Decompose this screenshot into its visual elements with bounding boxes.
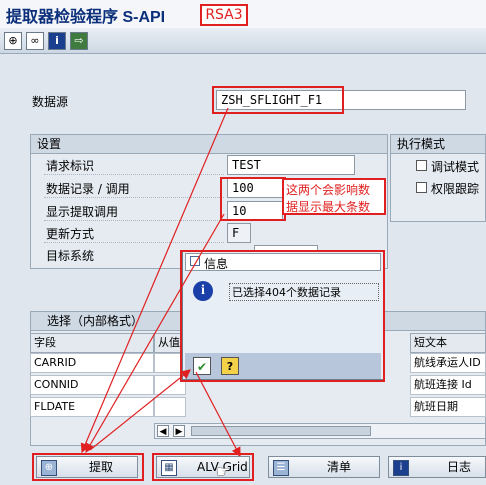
list-button[interactable]: ☰ 清单 bbox=[268, 456, 380, 478]
list-icon: ☰ bbox=[273, 460, 289, 476]
arrow-records-to-extract bbox=[85, 213, 225, 454]
info-icon: i bbox=[393, 460, 409, 476]
alv-highlight bbox=[152, 453, 254, 481]
mouse-cursor-icon: ☛ bbox=[216, 462, 231, 481]
log-button-label: 日志 bbox=[447, 460, 472, 474]
arrow-datasource-to-extract bbox=[80, 107, 229, 454]
annotation-arrows bbox=[80, 107, 241, 458]
list-button-label: 清单 bbox=[327, 460, 352, 474]
arrow-confirm-to-alv bbox=[195, 371, 241, 458]
arrow-extract-to-confirm bbox=[89, 369, 191, 451]
log-button[interactable]: i 日志 bbox=[388, 456, 486, 478]
extract-highlight bbox=[32, 453, 144, 481]
